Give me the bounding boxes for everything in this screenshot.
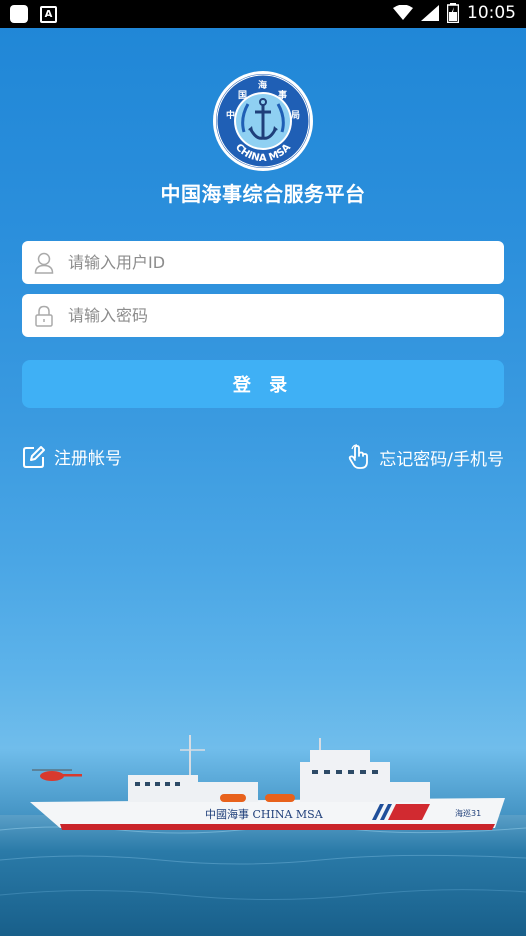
hand-pointer-icon <box>349 444 369 469</box>
ship-name-text: 海巡31 <box>455 808 481 818</box>
forgot-password-link[interactable]: 忘记密码/手机号 <box>347 444 504 470</box>
wifi-icon <box>393 5 413 20</box>
a-notification-icon: A <box>40 5 57 23</box>
app-title: 中国海事综合服务平台 <box>160 182 366 206</box>
logo-char: 海 <box>258 79 267 91</box>
ship-hull-text: 中國海事 CHINA MSA <box>205 807 324 821</box>
logo-char: 局 <box>291 110 300 121</box>
register-link[interactable]: 注册帐号 <box>22 444 122 469</box>
china-msa-logo: 中 国 海 事 局 CHINA MSA <box>213 71 313 171</box>
user-id-field[interactable] <box>22 241 504 284</box>
app-square-icon <box>10 5 28 23</box>
login-button[interactable]: 登 录 <box>22 360 504 408</box>
password-input[interactable] <box>66 305 490 326</box>
password-field[interactable] <box>22 294 504 337</box>
logo-char: 国 <box>238 90 247 101</box>
svg-text:中: 中 <box>226 109 235 121</box>
signal-icon <box>421 5 439 21</box>
forgot-label: 忘记密码/手机号 <box>379 449 504 470</box>
clock: 10:05 <box>467 3 516 23</box>
patrol-ship-illustration: 中國海事 CHINA MSA 海巡31 <box>0 735 526 936</box>
logo-char: 事 <box>278 89 287 101</box>
register-label: 注册帐号 <box>54 449 122 469</box>
edit-icon <box>23 445 45 468</box>
battery-icon <box>447 3 459 23</box>
logo-char: 中 <box>226 109 235 121</box>
user-icon <box>22 252 66 274</box>
lock-icon <box>22 305 66 327</box>
status-bar: A 10:05 <box>0 0 526 28</box>
user-id-input[interactable] <box>66 252 490 273</box>
